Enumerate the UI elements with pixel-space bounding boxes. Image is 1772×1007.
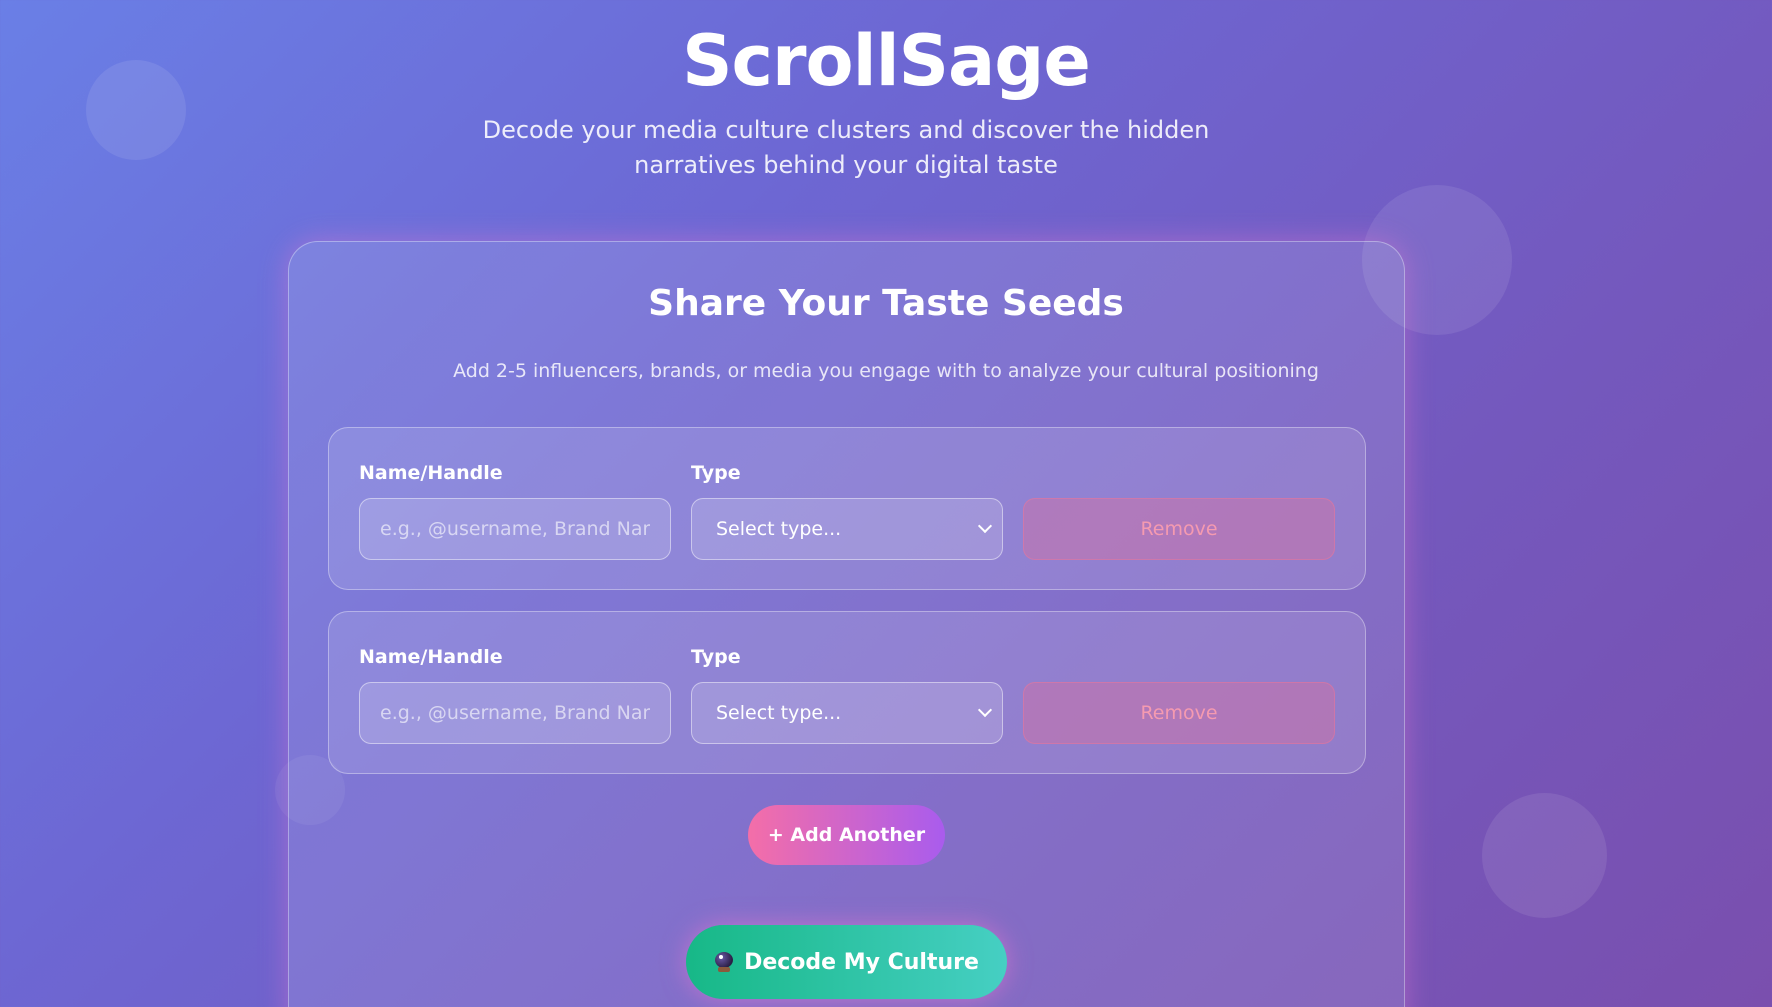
app-title: ScrollSage bbox=[682, 20, 1091, 102]
card-title: Share Your Taste Seeds bbox=[648, 283, 1124, 324]
add-another-button[interactable]: + Add Another bbox=[748, 805, 945, 865]
remove-button[interactable]: Remove bbox=[1023, 498, 1335, 560]
seed-row: Name/Handle Type Select type... Remove bbox=[328, 611, 1366, 774]
remove-button[interactable]: Remove bbox=[1023, 682, 1335, 744]
name-handle-input[interactable] bbox=[359, 498, 671, 560]
name-handle-label: Name/Handle bbox=[359, 462, 503, 484]
name-handle-label: Name/Handle bbox=[359, 646, 503, 668]
seed-row: Name/Handle Type Select type... Remove bbox=[328, 427, 1366, 590]
chevron-down-icon bbox=[977, 702, 993, 718]
decode-label: Decode My Culture bbox=[744, 949, 979, 975]
type-select-value: Select type... bbox=[716, 702, 842, 724]
type-label: Type bbox=[691, 646, 741, 668]
type-select[interactable]: Select type... bbox=[691, 682, 1003, 744]
app-subtitle: Decode your media culture clusters and d… bbox=[482, 116, 1210, 179]
type-label: Type bbox=[691, 462, 741, 484]
chevron-down-icon bbox=[977, 518, 993, 534]
add-another-label: + Add Another bbox=[767, 824, 926, 846]
name-handle-input[interactable] bbox=[359, 682, 671, 744]
crystal-ball-icon bbox=[714, 952, 734, 972]
decorative-bubble bbox=[1482, 793, 1607, 918]
type-select-value: Select type... bbox=[716, 518, 842, 540]
decode-my-culture-button[interactable]: Decode My Culture bbox=[686, 925, 1007, 999]
card-description: Add 2-5 influencers, brands, or media yo… bbox=[453, 360, 1319, 382]
type-select[interactable]: Select type... bbox=[691, 498, 1003, 560]
